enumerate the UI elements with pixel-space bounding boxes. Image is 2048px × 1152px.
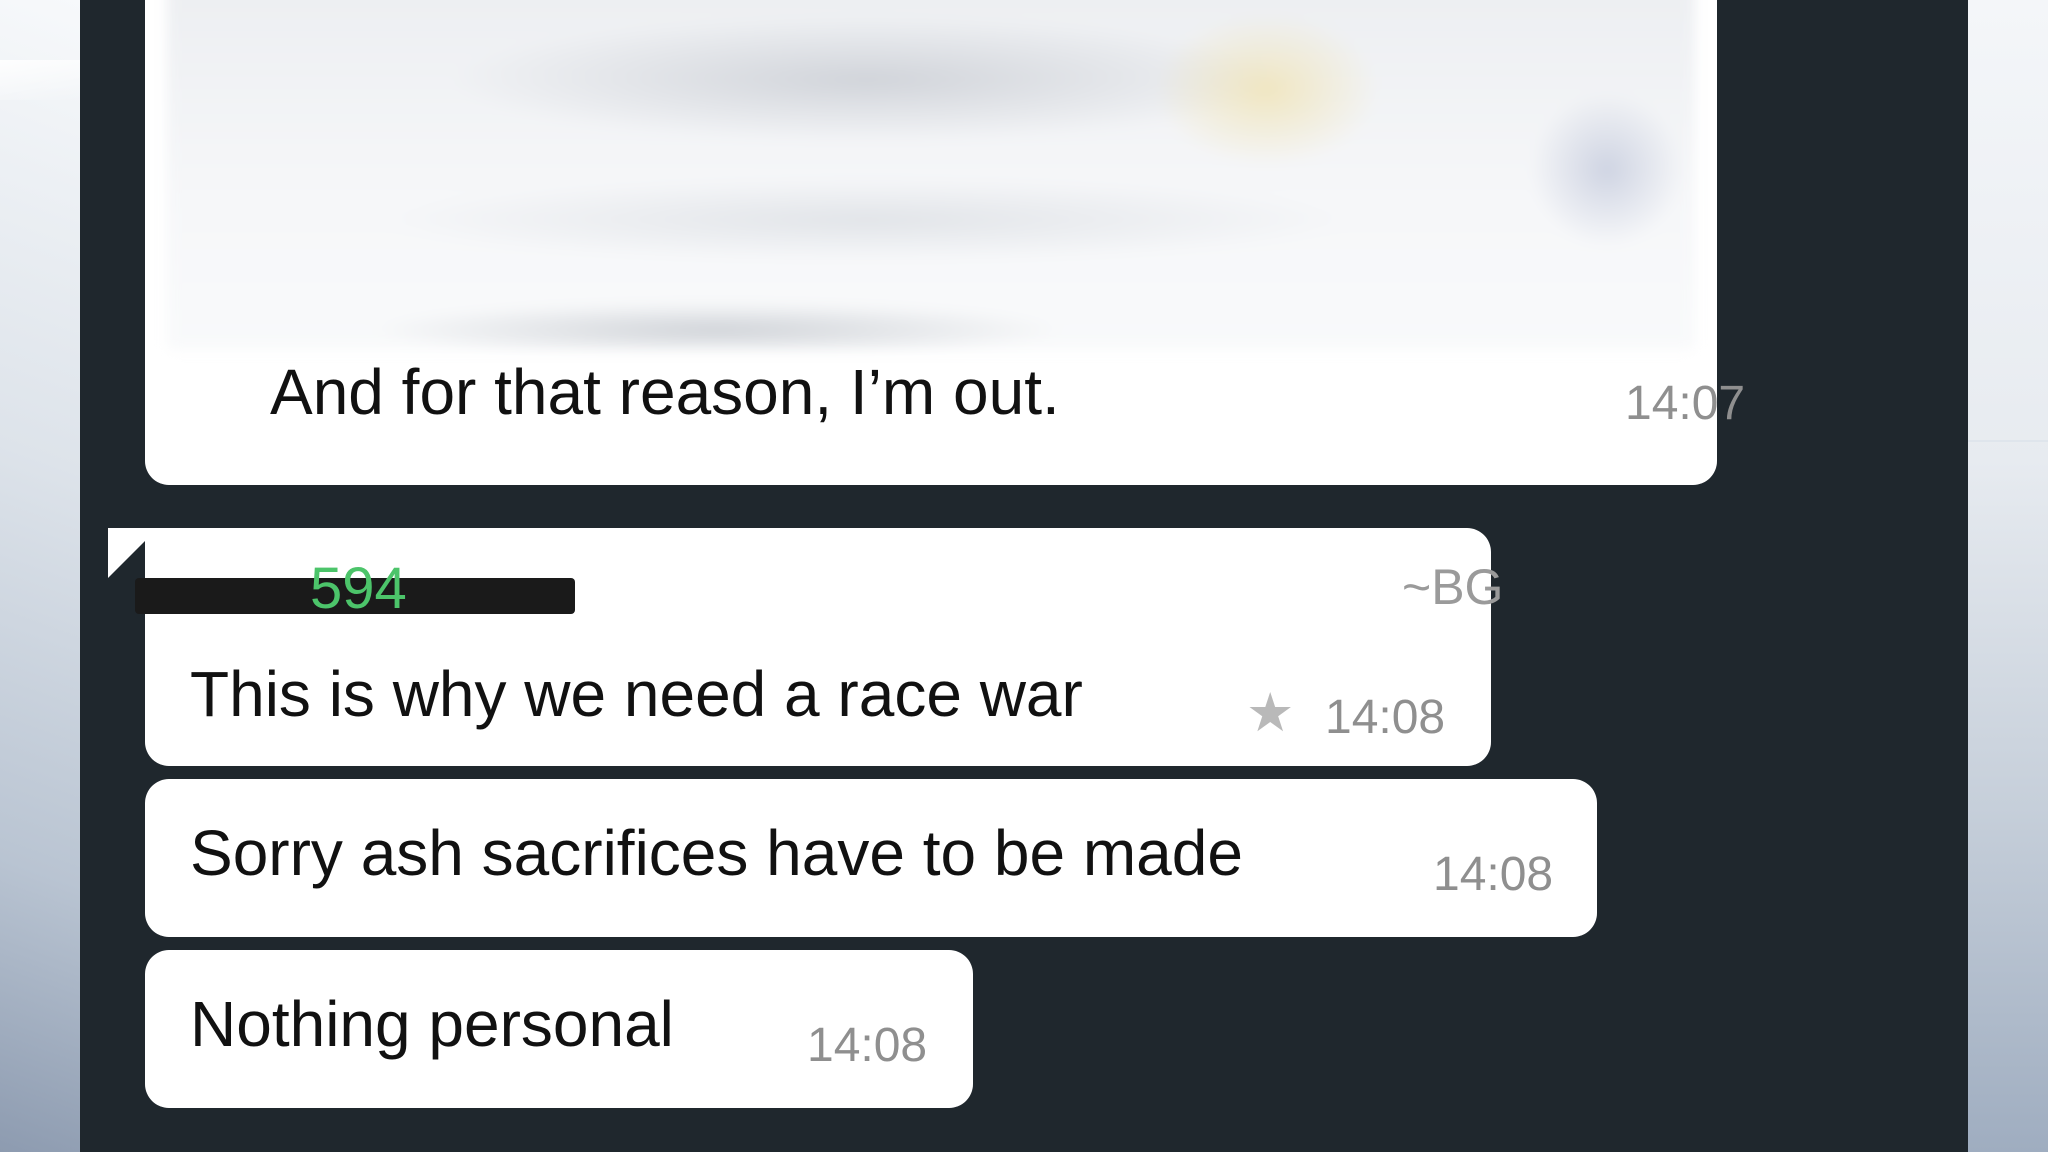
message-bubble[interactable]: Sorry ash sacrifices have to be made 14:… — [145, 779, 1597, 937]
message-text: And for that reason, I’m out. — [270, 356, 1060, 428]
blurred-image-attachment[interactable] — [167, 0, 1695, 350]
message-timestamp: 14:07 — [1625, 377, 1746, 430]
backdrop-edge — [1968, 440, 2048, 442]
chat-conversation[interactable]: And for that reason, I’m out. 14:07 594 … — [80, 0, 1968, 1152]
backdrop-right — [1968, 0, 2048, 1152]
backdrop-left — [0, 0, 80, 1152]
message-timestamp: 14:08 — [1325, 691, 1446, 744]
sender-display-name: ~BG — [1402, 559, 1504, 615]
message-text: Nothing personal — [190, 988, 674, 1060]
message-timestamp: 14:08 — [807, 1019, 928, 1072]
message-timestamp: 14:08 — [1433, 848, 1554, 901]
sender-phone-number[interactable]: 594 — [310, 560, 407, 618]
scroll-indicator-dot — [156, 834, 170, 848]
message-bubble[interactable]: Nothing personal 14:08 — [145, 950, 973, 1108]
message-bubble-media[interactable]: And for that reason, I’m out. 14:07 — [145, 0, 1745, 485]
message-text: Sorry ash sacrifices have to be made — [190, 817, 1243, 889]
message-text: This is why we need a race war — [190, 658, 1083, 730]
star-icon: ★ — [1246, 681, 1295, 744]
backdrop-highlight — [0, 60, 80, 100]
